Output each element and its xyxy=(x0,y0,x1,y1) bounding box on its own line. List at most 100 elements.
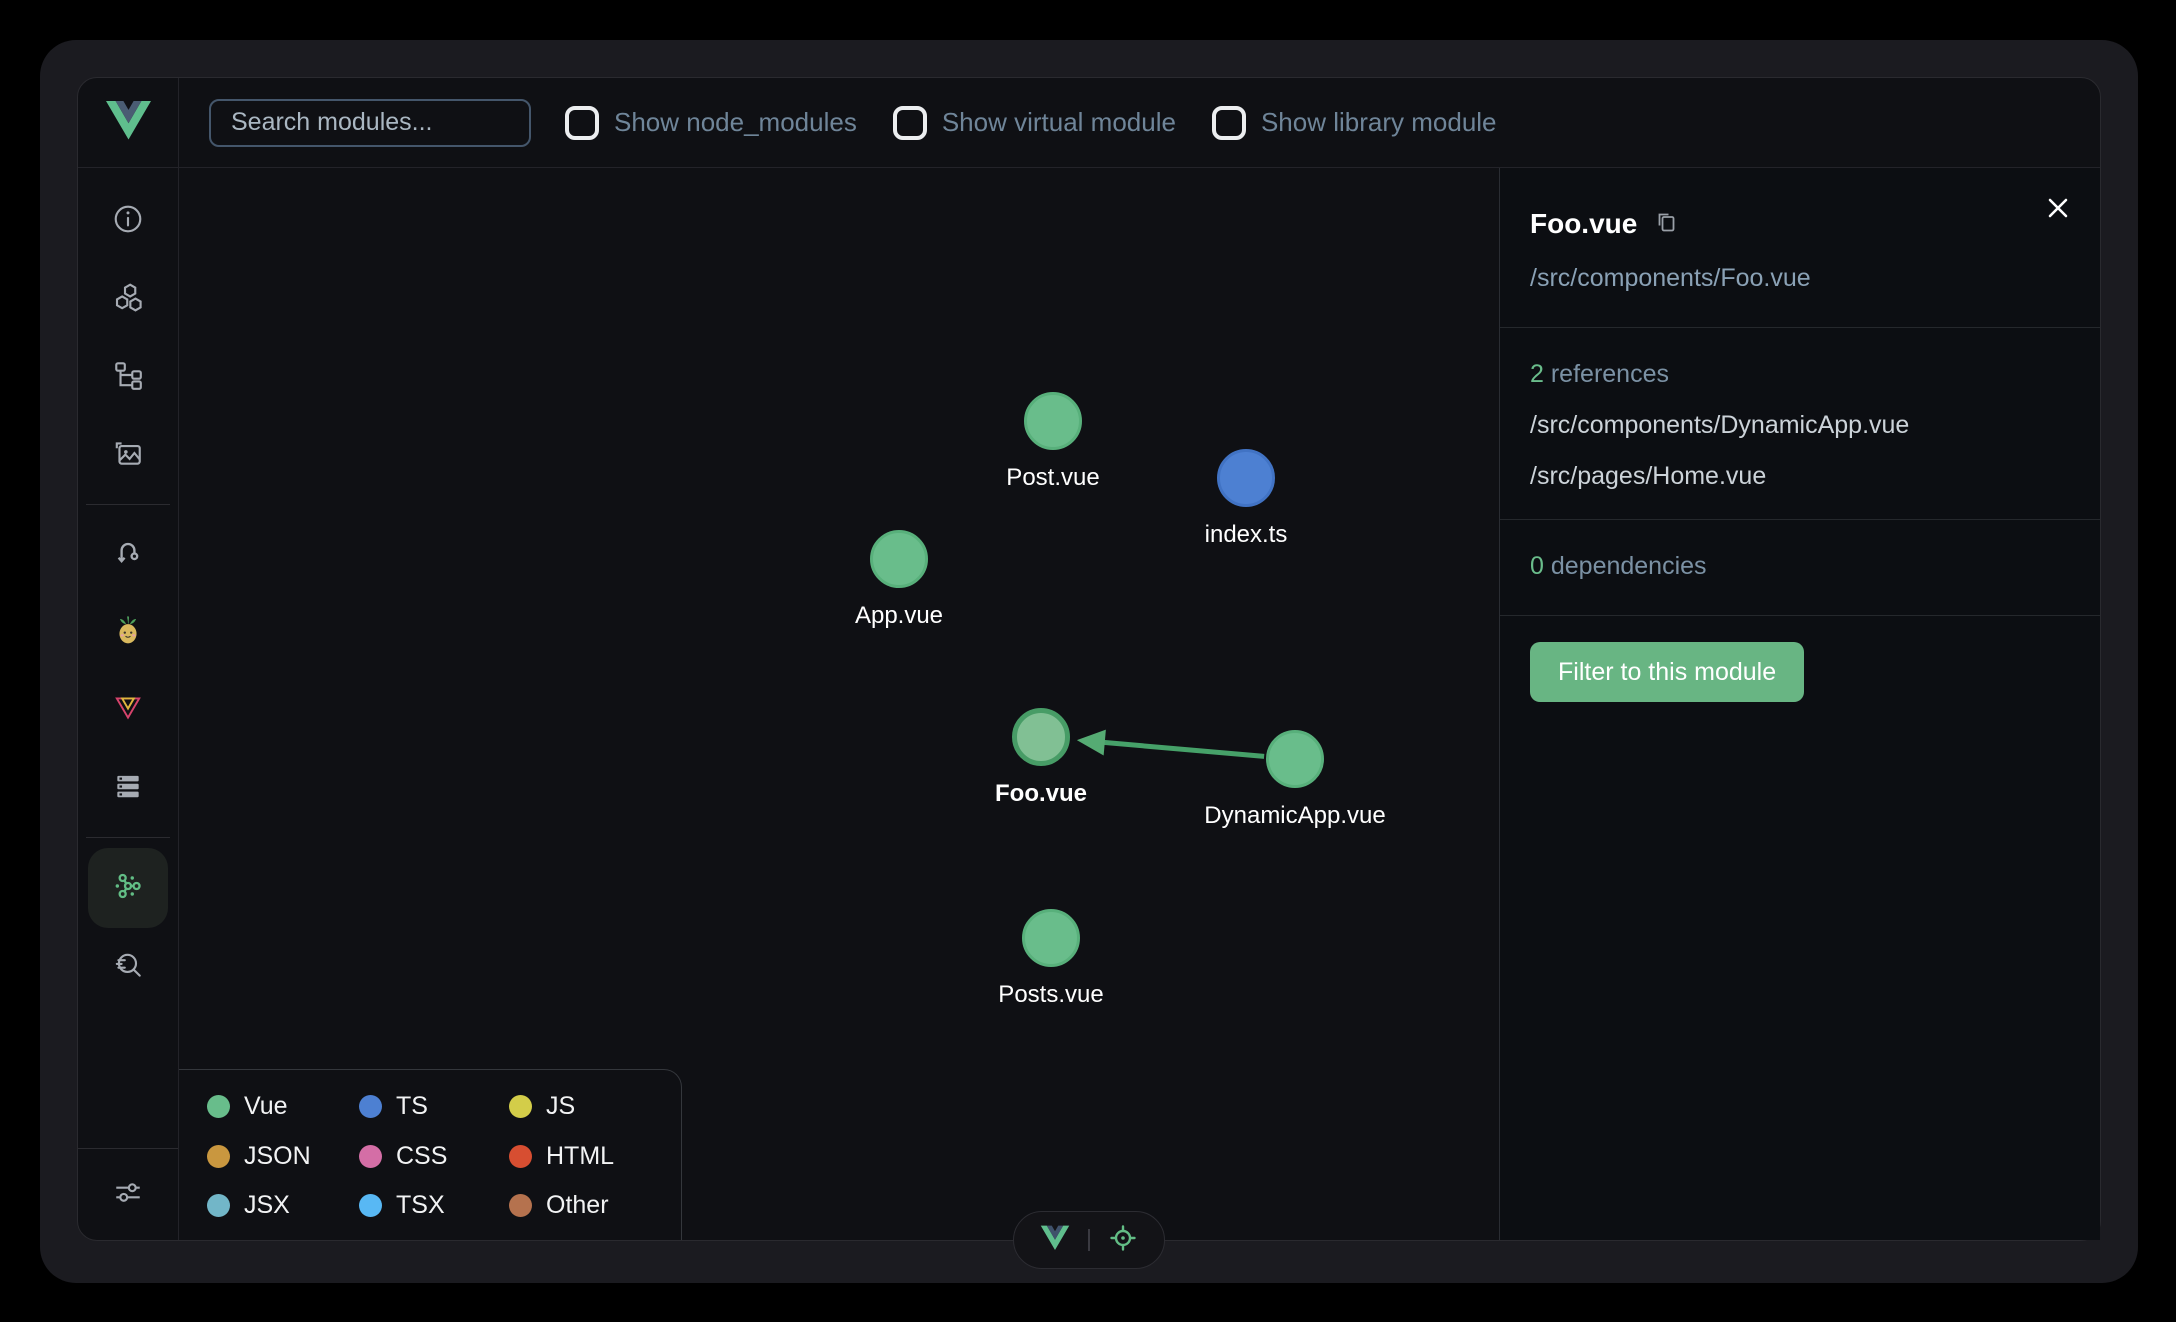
sidebar-item-pinia[interactable] xyxy=(88,593,168,671)
graph-node-dynamicapp-vue[interactable] xyxy=(1266,730,1324,788)
jsx-color-dot xyxy=(207,1194,230,1217)
legend-item-js: JS xyxy=(509,1092,671,1121)
graph-edge xyxy=(1101,742,1264,756)
graph-node-label: index.ts xyxy=(1205,521,1288,549)
references-label: references xyxy=(1551,360,1669,388)
checkbox-show-virtual-module[interactable]: Show virtual module xyxy=(893,106,1176,140)
json-color-dot xyxy=(207,1145,230,1168)
floating-toolbar-pill xyxy=(1013,1211,1165,1269)
checkbox-label: Show library module xyxy=(1261,107,1497,138)
sidebar-divider xyxy=(86,504,170,505)
reference-path[interactable]: /src/pages/Home.vue xyxy=(1530,462,2070,491)
checkbox-label: Show node_modules xyxy=(614,107,857,138)
legend-label: Vue xyxy=(244,1092,288,1121)
module-path: /src/components/Foo.vue xyxy=(1530,264,2070,293)
dependencies-label: dependencies xyxy=(1551,552,1707,580)
checkbox-label: Show virtual module xyxy=(942,107,1176,138)
list-rows-icon xyxy=(112,770,144,807)
module-details-panel: Foo.vue /src/components/Foo.vue xyxy=(1499,168,2100,1240)
graph-node-posts-vue[interactable] xyxy=(1022,909,1080,967)
ts-color-dot xyxy=(359,1095,382,1118)
vue-plugin-icon xyxy=(112,692,144,729)
graph-node-post-vue[interactable] xyxy=(1024,392,1082,450)
details-header: Foo.vue /src/components/Foo.vue xyxy=(1500,168,2100,328)
sidebar-item-router[interactable] xyxy=(88,515,168,593)
sidebar-item-info[interactable] xyxy=(88,182,168,260)
app-logo-cell xyxy=(78,78,179,168)
checkbox-show-node-modules[interactable]: Show node_modules xyxy=(565,106,857,140)
sidebar-item-pages[interactable] xyxy=(88,338,168,416)
module-graph-canvas[interactable]: Post.vueindex.tsApp.vueFoo.vueDynamicApp… xyxy=(179,168,1499,1240)
graph-node-label: DynamicApp.vue xyxy=(1204,802,1385,830)
screenshot-stage: Show node_modules Show virtual module Show… xyxy=(0,0,2176,1322)
toolbar-checkboxes: Show node_modules Show virtual module Show… xyxy=(565,106,1497,140)
legend-label: TSX xyxy=(396,1191,445,1220)
pinia-icon xyxy=(112,614,144,651)
legend-label: CSS xyxy=(396,1142,447,1171)
legend-item-css: CSS xyxy=(359,1142,509,1171)
sidebar-item-list[interactable] xyxy=(88,749,168,827)
dependencies-count-line: 0 dependencies xyxy=(1530,552,2070,581)
info-icon xyxy=(112,203,144,240)
css-color-dot xyxy=(359,1145,382,1168)
devtools-window: Show node_modules Show virtual module Show… xyxy=(40,40,2138,1283)
sidebar-item-settings[interactable] xyxy=(78,1148,178,1240)
legend-item-vue: Vue xyxy=(207,1092,359,1121)
vue-logo-icon xyxy=(105,100,152,146)
sidebar-item-vue-plugin[interactable] xyxy=(88,671,168,749)
vue-toggle-icon[interactable] xyxy=(1040,1225,1070,1256)
references-count-line: 2 references xyxy=(1530,360,2070,389)
inspector-crosshair-icon[interactable] xyxy=(1108,1223,1138,1258)
copy-icon[interactable] xyxy=(1653,209,1679,240)
sidebar-item-inspect[interactable] xyxy=(88,928,168,1006)
search-input[interactable] xyxy=(209,99,531,147)
html-color-dot xyxy=(509,1145,532,1168)
graph-node-label: Foo.vue xyxy=(995,780,1087,808)
components-icon xyxy=(112,281,144,318)
graph-node-index-ts[interactable] xyxy=(1217,449,1275,507)
checkbox-box[interactable] xyxy=(1212,106,1246,140)
legend-item-json: JSON xyxy=(207,1142,359,1171)
filter-to-module-button[interactable]: Filter to this module xyxy=(1530,642,1804,702)
checkbox-show-library-module[interactable]: Show library module xyxy=(1212,106,1497,140)
legend-item-ts: TS xyxy=(359,1092,509,1121)
vue-color-dot xyxy=(207,1095,230,1118)
pill-divider xyxy=(1088,1229,1090,1251)
legend-item-html: HTML xyxy=(509,1142,671,1171)
legend-label: TS xyxy=(396,1092,428,1121)
graph-node-label: Post.vue xyxy=(1006,464,1099,492)
graph-node-label: Posts.vue xyxy=(998,981,1103,1009)
legend-panel: Vue TS JS JSON CSS HTML JSX TSX Other xyxy=(179,1069,682,1240)
legend-label: JSX xyxy=(244,1191,290,1220)
legend-label: JS xyxy=(546,1092,575,1121)
legend-label: Other xyxy=(546,1191,609,1220)
close-icon[interactable] xyxy=(2044,194,2072,227)
reference-path[interactable]: /src/components/DynamicApp.vue xyxy=(1530,411,2070,440)
module-title: Foo.vue xyxy=(1530,208,1637,240)
checkbox-box[interactable] xyxy=(893,106,927,140)
legend-label: JSON xyxy=(244,1142,311,1171)
toolbar: Show node_modules Show virtual module Show… xyxy=(179,78,2100,168)
checkbox-box[interactable] xyxy=(565,106,599,140)
graph-edge-arrowhead xyxy=(1077,730,1106,756)
graph-node-foo-vue[interactable] xyxy=(1012,708,1070,766)
sidebar-item-components[interactable] xyxy=(88,260,168,338)
other-color-dot xyxy=(509,1194,532,1217)
sidebar-item-module-graph[interactable] xyxy=(88,848,168,928)
devtools-app: Show node_modules Show virtual module Show… xyxy=(77,77,2101,1241)
inspect-search-icon xyxy=(112,949,144,986)
graph-node-app-vue[interactable] xyxy=(870,530,928,588)
sidebar-item-assets[interactable] xyxy=(88,416,168,494)
sidebar xyxy=(78,168,179,1240)
actions-section: Filter to this module xyxy=(1500,616,2100,728)
legend-item-jsx: JSX xyxy=(207,1191,359,1220)
assets-image-icon xyxy=(112,437,144,474)
references-list: /src/components/DynamicApp.vue/src/pages… xyxy=(1530,411,2070,491)
references-count: 2 xyxy=(1530,360,1544,388)
legend-item-tsx: TSX xyxy=(359,1191,509,1220)
js-color-dot xyxy=(509,1095,532,1118)
references-section: 2 references /src/components/DynamicApp.… xyxy=(1500,328,2100,520)
module-graph-icon xyxy=(112,870,144,907)
legend-item-other: Other xyxy=(509,1191,671,1220)
settings-sliders-icon xyxy=(112,1176,144,1213)
